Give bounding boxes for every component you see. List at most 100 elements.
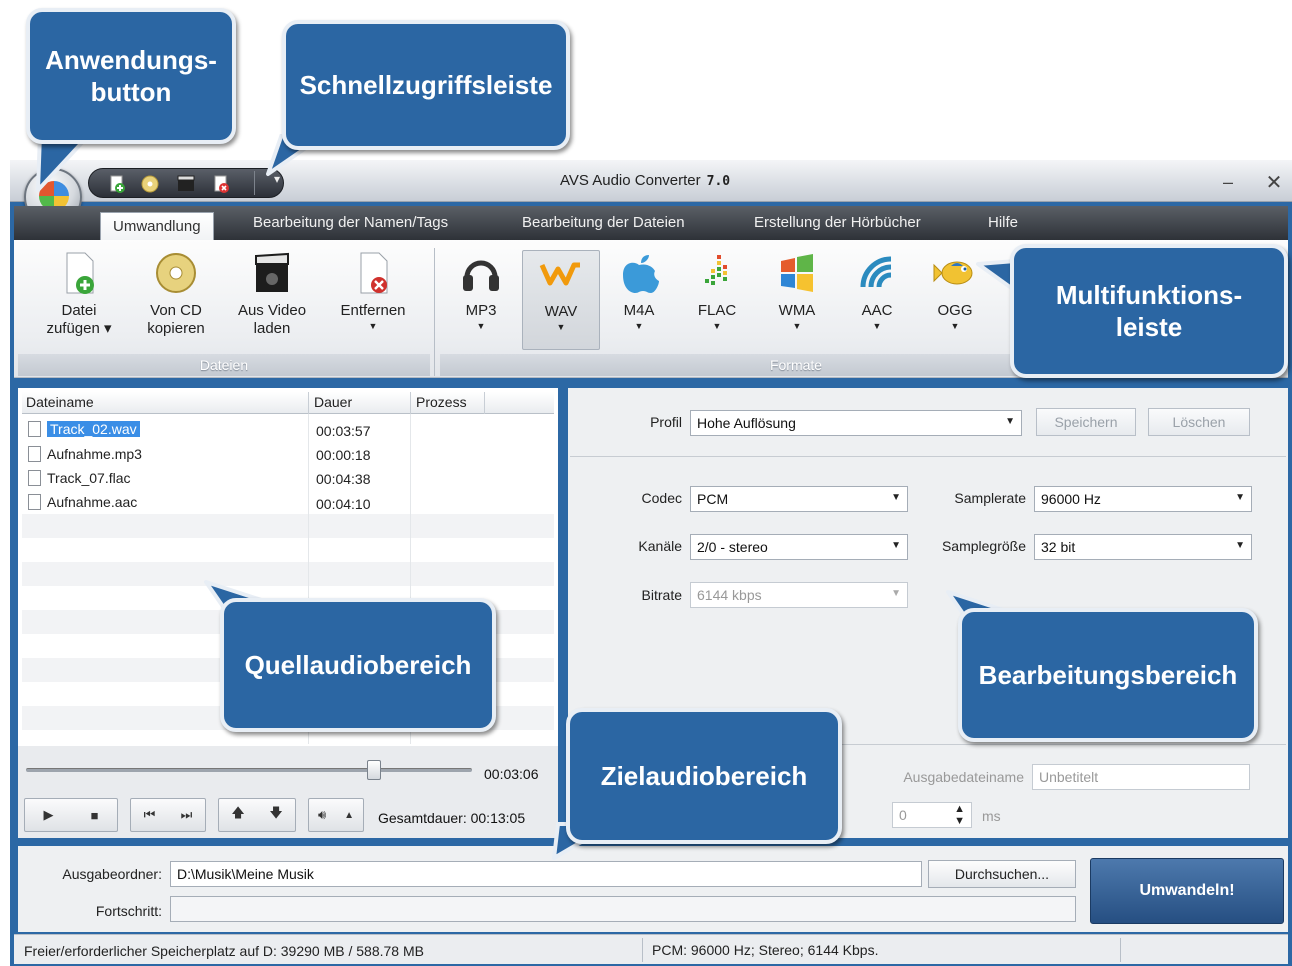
- group-label-files: Dateien: [18, 354, 430, 376]
- format-status: PCM: 96000 Hz; Stereo; 6144 Kbps.: [652, 942, 879, 958]
- divider: [570, 456, 1286, 457]
- move-down-icon[interactable]: 🡇: [269, 804, 282, 826]
- column-progress[interactable]: Prozess: [416, 394, 467, 410]
- output-folder-label: Ausgabeordner:: [62, 866, 162, 882]
- bitrate-select[interactable]: 6144 kbps ▼: [690, 582, 908, 608]
- cd-icon: [153, 250, 199, 296]
- list-row-empty: [22, 514, 554, 538]
- file-icon: [28, 446, 41, 462]
- file-icon: [28, 494, 41, 510]
- column-divider: [410, 392, 411, 414]
- add-file-icon[interactable]: [108, 174, 128, 194]
- channels-label: Kanäle: [638, 538, 682, 554]
- convert-button[interactable]: Umwandeln!: [1090, 858, 1284, 924]
- format-mp3-button[interactable]: MP3 ▼: [444, 250, 518, 332]
- browse-button[interactable]: Durchsuchen...: [928, 860, 1076, 888]
- aac-wave-icon: [854, 250, 900, 296]
- samplerate-select[interactable]: 96000 Hz ▼: [1034, 486, 1252, 512]
- tab-help[interactable]: Hilfe: [988, 214, 1018, 231]
- play-icon[interactable]: ▶: [44, 807, 54, 823]
- headphones-icon: [458, 250, 504, 296]
- file-name-cell: Track_07.flac: [28, 470, 131, 486]
- status-divider: [1120, 938, 1121, 962]
- file-icon: [28, 421, 41, 437]
- samplesize-label: Samplegröße: [941, 538, 1026, 554]
- column-duration[interactable]: Dauer: [314, 394, 352, 410]
- column-divider: [484, 392, 485, 414]
- pause-unit: ms: [982, 808, 1001, 824]
- seek-handle[interactable]: [366, 760, 381, 780]
- format-m4a-button[interactable]: M4A ▼: [602, 250, 676, 332]
- minimize-button[interactable]: –: [1216, 172, 1240, 192]
- close-button[interactable]: ✕: [1262, 170, 1286, 194]
- add-file-button[interactable]: Datei zufügen ▾: [34, 250, 124, 338]
- callout-quick-access: Schnellzugriffsleiste: [282, 20, 570, 150]
- fish-icon: [932, 250, 978, 296]
- equalizer-icon: [694, 250, 740, 296]
- samplerate-label: Samplerate: [954, 490, 1026, 506]
- remove-button[interactable]: Entfernen ▼: [330, 250, 416, 332]
- previous-track-icon[interactable]: ⏮: [144, 807, 156, 823]
- video-icon[interactable]: [176, 174, 196, 194]
- chevron-up-icon: ▲: [344, 809, 355, 821]
- window-title: AVS Audio Converter 7.0: [560, 172, 731, 189]
- format-aac-button[interactable]: AAC ▼: [840, 250, 914, 332]
- file-list-header: [22, 392, 554, 414]
- seek-bar[interactable]: [26, 768, 472, 772]
- format-flac-button[interactable]: FLAC ▼: [680, 250, 754, 332]
- tab-edit-files[interactable]: Bearbeitung der Dateien: [522, 214, 685, 231]
- progress-bar: [170, 896, 1076, 922]
- remove-icon[interactable]: [212, 174, 232, 194]
- save-profile-button[interactable]: Speichern: [1036, 408, 1136, 436]
- load-from-video-button[interactable]: Aus Video laden: [226, 250, 318, 338]
- file-name-cell: Track_02.wav: [28, 421, 140, 437]
- spinner-icon: ▲ ▼: [954, 803, 965, 827]
- format-wav-button[interactable]: WAV ▼: [522, 250, 600, 350]
- output-filename-input[interactable]: Unbetitelt: [1032, 764, 1250, 790]
- copy-from-cd-button[interactable]: Von CD kopieren: [136, 250, 216, 338]
- delete-profile-button[interactable]: Löschen: [1148, 408, 1250, 436]
- samplesize-select[interactable]: 32 bit ▼: [1034, 534, 1252, 560]
- codec-label: Codec: [641, 490, 682, 506]
- file-icon: [28, 470, 41, 486]
- chevron-down-icon: ▼: [1235, 540, 1245, 551]
- duration-cell: 00:04:10: [316, 496, 371, 512]
- column-filename[interactable]: Dateiname: [26, 394, 94, 410]
- total-duration: Gesamtdauer: 00:13:05: [378, 810, 526, 826]
- file-name-cell: Aufnahme.aac: [28, 494, 137, 510]
- duration-cell: 00:03:57: [316, 423, 371, 439]
- group-divider: [434, 248, 435, 376]
- windows-icon: [774, 250, 820, 296]
- current-time: 00:03:06: [484, 766, 539, 782]
- callout-source-area: Quellaudiobereich: [220, 598, 496, 732]
- file-name-cell: Aufnahme.mp3: [28, 446, 142, 462]
- chevron-down-icon: ▼: [1005, 416, 1015, 427]
- prev-next-group: ⏮ ⏭: [130, 798, 206, 832]
- volume-button[interactable]: 🔊︎ ▲: [308, 798, 364, 832]
- play-stop-group: ▶ ■: [24, 798, 118, 832]
- move-up-icon[interactable]: 🡅: [231, 804, 244, 826]
- next-track-icon[interactable]: ⏭: [181, 807, 193, 823]
- disk-space-status: Freier/erforderlicher Speicherplatz auf …: [24, 943, 424, 959]
- wav-icon: [538, 251, 584, 297]
- stop-icon[interactable]: ■: [91, 808, 99, 823]
- tab-audiobooks[interactable]: Erstellung der Hörbücher: [754, 214, 921, 231]
- channels-select[interactable]: 2/0 - stereo ▼: [690, 534, 908, 560]
- tab-names-tags[interactable]: Bearbeitung der Namen/Tags: [253, 214, 448, 231]
- output-folder-input[interactable]: D:\Musik\Meine Musik: [170, 861, 922, 887]
- codec-select[interactable]: PCM ▼: [690, 486, 908, 512]
- duration-cell: 00:04:38: [316, 471, 371, 487]
- tab-conversion[interactable]: Umwandlung: [100, 212, 214, 242]
- chevron-down-icon: ▼: [891, 588, 901, 599]
- progress-label: Fortschritt:: [95, 903, 162, 919]
- remove-icon: [350, 250, 396, 296]
- format-wma-button[interactable]: WMA ▼: [760, 250, 834, 332]
- video-icon: [249, 250, 295, 296]
- profile-label: Profil: [650, 414, 682, 430]
- profile-select[interactable]: Hohe Auflösung ▼: [690, 410, 1022, 436]
- status-divider: [642, 938, 643, 962]
- cd-icon[interactable]: [140, 174, 160, 194]
- output-filename-label: Ausgabedateiname: [903, 769, 1024, 785]
- pause-input[interactable]: 0 ▲ ▼: [892, 802, 972, 828]
- qat-divider: [254, 171, 255, 195]
